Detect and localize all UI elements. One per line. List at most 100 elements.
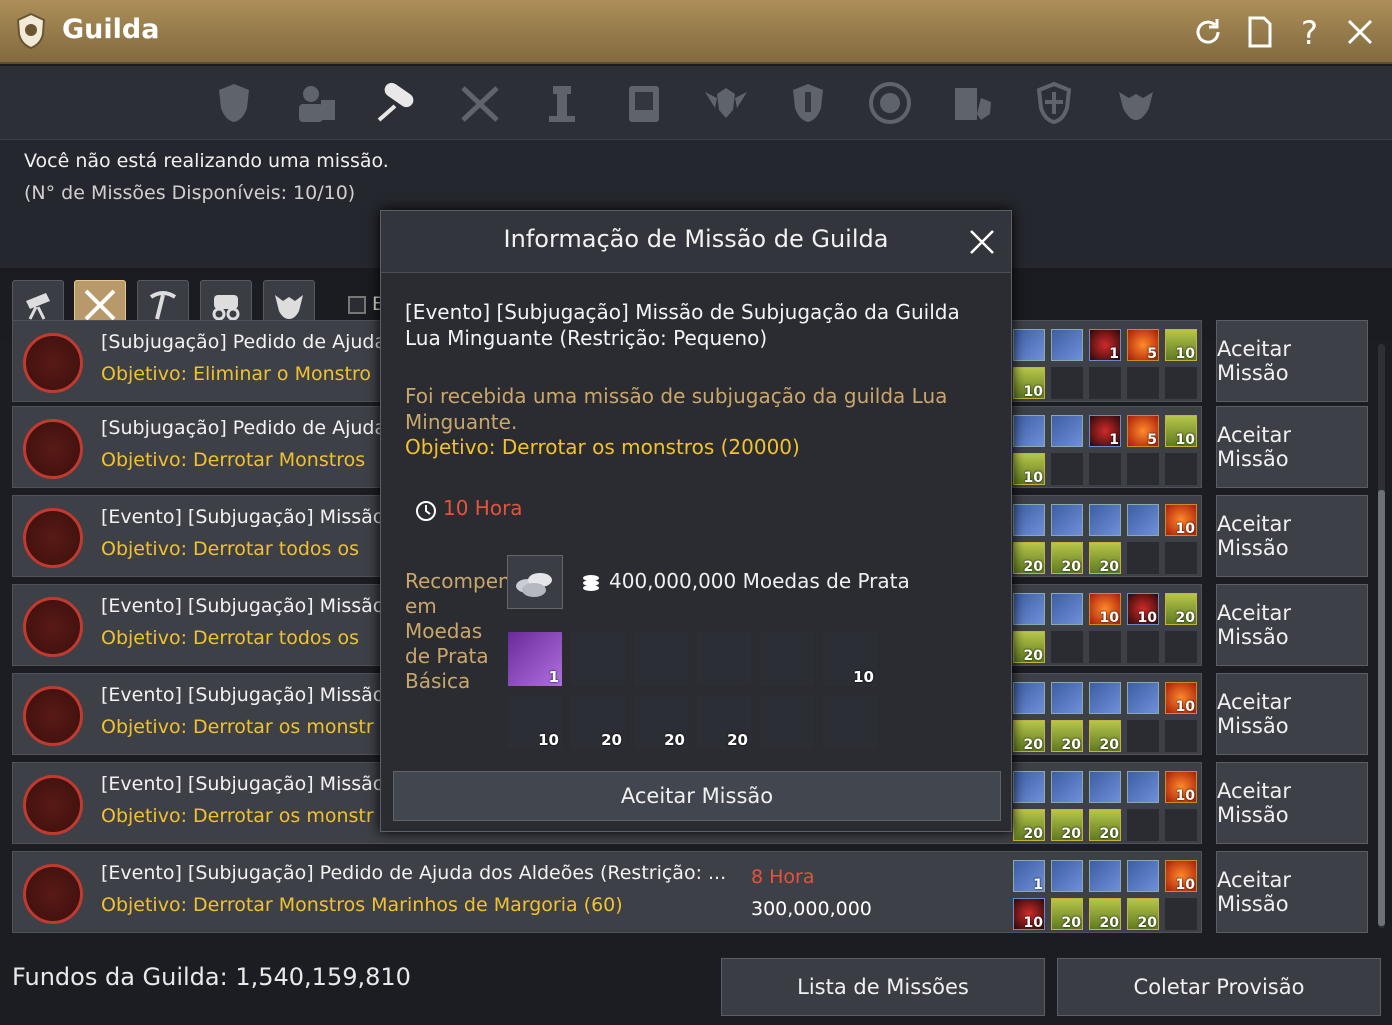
reward-item-icon[interactable]	[1013, 329, 1045, 361]
reward-item-icon[interactable]: 10	[1165, 329, 1197, 362]
reward-item-icon[interactable]	[1127, 504, 1159, 536]
tower-icon[interactable]	[537, 80, 587, 126]
reward-item-icon[interactable]	[1051, 415, 1083, 447]
reward-item-icon[interactable]: 20	[1013, 720, 1045, 753]
reward-item-icon[interactable]: 10	[1165, 771, 1197, 804]
round-shield-icon[interactable]	[865, 80, 915, 126]
reward-item-icon[interactable]: 1	[1089, 329, 1121, 362]
reward-item-icon[interactable]	[1089, 682, 1121, 714]
collect-provision-button[interactable]: Coletar Provisão	[1057, 958, 1381, 1016]
reward-item-icon[interactable]	[1089, 860, 1121, 892]
empty-slot	[1165, 542, 1197, 574]
accept-mission-button[interactable]: Aceitar Missão	[1216, 320, 1368, 402]
reward-item-icon[interactable]: 10	[1165, 504, 1197, 537]
reward-item-icon[interactable]: 20	[1013, 631, 1045, 664]
empty-slot	[1165, 720, 1197, 752]
item-quantity: 20	[1099, 737, 1119, 753]
accept-mission-button[interactable]: Aceitar Missão	[1216, 584, 1368, 666]
empty-slot	[1165, 367, 1197, 399]
title-bar: Guilda ?	[0, 0, 1392, 64]
reward-item-icon[interactable]	[1013, 771, 1045, 803]
filter-checkbox[interactable]	[348, 296, 366, 314]
accept-mission-button[interactable]: Aceitar Missão	[1216, 673, 1368, 755]
beast-head-icon[interactable]	[1111, 80, 1161, 126]
reward-item-icon[interactable]: 10	[1089, 593, 1121, 626]
reward-item-icon[interactable]	[1127, 682, 1159, 714]
reward-item-icon[interactable]: 5	[1127, 415, 1159, 448]
scrollbar-thumb[interactable]	[1378, 490, 1385, 926]
reward-item-icon[interactable]	[1051, 329, 1083, 361]
board-icon[interactable]	[619, 80, 669, 126]
reward-item-icon[interactable]: 10	[1165, 860, 1197, 893]
building-shield-icon[interactable]	[947, 80, 997, 126]
shield-icon[interactable]	[783, 80, 833, 126]
close-icon[interactable]	[1342, 14, 1378, 50]
reward-item-icon[interactable]: 20	[1051, 542, 1083, 575]
reward-item-icon[interactable]: 20	[1051, 720, 1083, 753]
reward-item-icon[interactable]	[1051, 771, 1083, 803]
reward-item-icon[interactable]: 5	[1127, 329, 1159, 362]
svg-text:?: ?	[1301, 14, 1318, 50]
reward-item-icon[interactable]: 10	[1127, 593, 1159, 626]
reward-item-icon[interactable]	[1051, 860, 1083, 892]
reward-item-icon[interactable]: 20	[1089, 809, 1121, 842]
reward-item-icon[interactable]	[1127, 771, 1159, 803]
accept-mission-button[interactable]: Aceitar Missão	[1216, 851, 1368, 933]
crest-badge-icon[interactable]	[1029, 80, 1079, 126]
reward-item-icon[interactable]: 20	[1013, 542, 1045, 575]
reward-item-icon[interactable]: 1	[1013, 860, 1045, 893]
mission-list-button[interactable]: Lista de Missões	[721, 958, 1045, 1016]
accept-mission-button[interactable]: Aceitar Missão	[1216, 406, 1368, 488]
reward-item-icon[interactable]	[1089, 771, 1121, 803]
reward-item-icon[interactable]: 10	[1013, 453, 1045, 486]
purple-item-icon[interactable]: 1	[507, 631, 563, 687]
orb-item-icon[interactable]: 10	[507, 694, 563, 750]
reward-item-icon[interactable]: 20	[1051, 809, 1083, 842]
crossed-tools-icon[interactable]	[455, 80, 505, 126]
reward-item-icon[interactable]: 20	[1165, 593, 1197, 626]
page-icon[interactable]	[1242, 14, 1278, 50]
reward-item-icon[interactable]: 20	[1089, 720, 1121, 753]
reward-item-icon[interactable]	[1013, 504, 1045, 536]
reward-item-icon[interactable]: 1	[1089, 415, 1121, 448]
help-icon[interactable]: ?	[1292, 14, 1328, 50]
accept-mission-button[interactable]: Aceitar Missão	[1216, 495, 1368, 577]
dialog-description: Foi recebida uma missão de subjugação da…	[405, 384, 948, 434]
reward-item-icon[interactable]: 20	[1127, 898, 1159, 931]
mission-scroll-icon[interactable]	[373, 80, 423, 126]
members-icon[interactable]	[291, 80, 341, 126]
reward-item-icon[interactable]	[1051, 682, 1083, 714]
reward-item-icon[interactable]: 20	[1089, 542, 1121, 575]
dialog-close-icon[interactable]	[967, 227, 997, 257]
wings-shield-icon[interactable]	[701, 80, 751, 126]
reward-item-icon[interactable]	[1127, 860, 1159, 892]
dialog-accept-button[interactable]: Aceitar Missão	[393, 771, 1001, 821]
red-item-icon[interactable]: 10	[822, 631, 878, 687]
exp-item-icon[interactable]	[570, 631, 626, 687]
guild-crest-icon[interactable]	[209, 80, 259, 126]
reward-item-icon[interactable]	[1051, 504, 1083, 536]
reward-item-icon[interactable]	[1013, 682, 1045, 714]
drink-green-item-icon[interactable]: 20	[696, 694, 752, 750]
reward-item-icon[interactable]: 10	[1165, 415, 1197, 448]
refresh-icon[interactable]	[1190, 14, 1226, 50]
reward-item-icon[interactable]: 20	[1051, 898, 1083, 931]
drink-red-item-icon[interactable]: 20	[633, 694, 689, 750]
reward-item-icon[interactable]: 10	[1165, 682, 1197, 715]
reward-item-icon[interactable]	[1013, 593, 1045, 625]
reward-item-icon[interactable]: 20	[1089, 898, 1121, 931]
reward-item-icon[interactable]: 10	[1013, 367, 1045, 400]
exp-item-icon[interactable]	[633, 631, 689, 687]
mission-row[interactable]: [Evento] [Subjugação] Pedido de Ajuda do…	[12, 851, 1202, 933]
exp-item-icon[interactable]	[696, 631, 752, 687]
reward-item-icon[interactable]: 10	[1013, 898, 1045, 931]
reward-item-icon[interactable]	[1013, 415, 1045, 447]
reward-item-icon[interactable]	[1051, 593, 1083, 625]
accept-mission-button[interactable]: Aceitar Missão	[1216, 762, 1368, 844]
exp-item-icon[interactable]	[759, 631, 815, 687]
telescope-icon	[26, 293, 50, 320]
reward-item-icon[interactable]	[1089, 504, 1121, 536]
drink-item-icon[interactable]: 20	[570, 694, 626, 750]
empty-slot	[1127, 453, 1159, 485]
reward-item-icon[interactable]: 20	[1013, 809, 1045, 842]
